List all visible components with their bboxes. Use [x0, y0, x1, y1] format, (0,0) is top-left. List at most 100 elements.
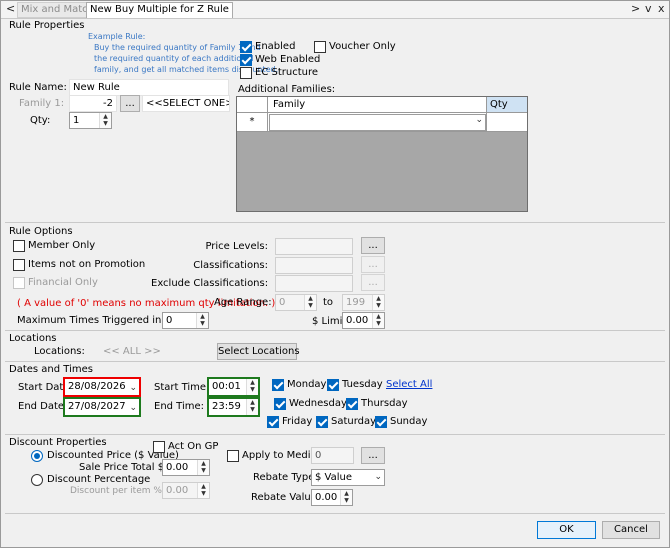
family1-input[interactable]: -2: [69, 95, 117, 112]
tab-menu-button[interactable]: v: [645, 2, 652, 15]
discount-per-item-spin-buttons[interactable]: ▲ ▼: [197, 483, 209, 498]
end-date-label: End Date:: [18, 401, 68, 412]
exclude-classifications-input[interactable]: [275, 275, 353, 292]
tab-next-button[interactable]: >: [631, 2, 640, 15]
member-only-checkbox[interactable]: [13, 240, 25, 252]
discount-percentage-radio[interactable]: [31, 474, 43, 486]
discount-per-item-stepper[interactable]: 0.00 ▲ ▼: [162, 482, 210, 499]
grid-new-row[interactable]: * ⌄: [237, 113, 527, 132]
rebate-type-value: $ Value: [315, 472, 353, 483]
select-all-link[interactable]: Select All: [386, 379, 432, 390]
saturday-checkbox[interactable]: [316, 416, 328, 428]
additional-families-grid[interactable]: Family Qty * ⌄: [236, 96, 528, 212]
enabled-checkbox[interactable]: [240, 41, 252, 53]
friday-checkbox[interactable]: [267, 416, 279, 428]
exclude-classifications-label: Exclude Classifications:: [151, 278, 269, 289]
age-to-spin-buttons[interactable]: ▲ ▼: [372, 295, 384, 310]
locations-value: << ALL >>: [103, 346, 161, 357]
chevron-down-icon[interactable]: ⌄: [129, 380, 137, 395]
wednesday-checkbox[interactable]: [274, 398, 286, 410]
classifications-input[interactable]: [275, 257, 353, 274]
divider: [5, 434, 665, 435]
classifications-browse-button[interactable]: ...: [361, 256, 385, 273]
discount-properties-heading: Discount Properties: [9, 437, 107, 448]
monday-checkbox[interactable]: [272, 379, 284, 391]
age-range-label: Age Range:: [214, 297, 272, 308]
sunday-checkbox[interactable]: [375, 416, 387, 428]
qty-stepper[interactable]: 1 ▲ ▼: [69, 112, 112, 129]
locations-label: Locations:: [34, 346, 85, 357]
cancel-button[interactable]: Cancel: [602, 521, 660, 539]
grid-header-family[interactable]: Family: [273, 99, 305, 110]
end-time-value: 23:59: [212, 401, 241, 412]
tab-close-button[interactable]: x: [658, 2, 665, 15]
locations-heading: Locations: [9, 333, 57, 344]
max-times-spin-buttons[interactable]: ▲ ▼: [196, 313, 208, 328]
ec-structure-label: EC Structure: [255, 67, 318, 78]
ec-structure-checkbox[interactable]: [240, 67, 252, 79]
chevron-down-icon: ⌄: [475, 115, 483, 125]
age-from-spin-buttons[interactable]: ▲ ▼: [304, 295, 316, 310]
discount-per-item-label: Discount per item %: [70, 486, 162, 496]
max-times-stepper[interactable]: 0 ▲ ▼: [162, 312, 209, 329]
tab-bar: < Mix and Match New Buy Multiple for Z R…: [1, 1, 669, 19]
end-date-picker[interactable]: 27/08/2027 ⌄: [63, 397, 141, 417]
price-levels-browse-button[interactable]: ...: [361, 237, 385, 254]
items-not-on-promotion-checkbox[interactable]: [13, 259, 25, 271]
media-input[interactable]: 0: [311, 447, 354, 464]
friday-label: Friday: [282, 416, 313, 427]
financial-only-label: Financial Only: [28, 277, 98, 288]
family1-select[interactable]: <<SELECT ONE>>: [142, 95, 230, 112]
media-browse-button[interactable]: ...: [361, 447, 385, 464]
financial-only-checkbox[interactable]: [13, 277, 25, 289]
tab-new-buy-multiple[interactable]: New Buy Multiple for Z Rule: [86, 2, 233, 18]
qty-spin-buttons[interactable]: ▲ ▼: [99, 113, 111, 128]
act-on-gp-checkbox[interactable]: [153, 441, 165, 453]
family1-label: Family 1:: [19, 98, 65, 109]
member-only-label: Member Only: [28, 240, 96, 251]
rule-name-input[interactable]: New Rule: [69, 79, 229, 96]
thursday-label: Thursday: [361, 398, 408, 409]
thursday-checkbox[interactable]: [346, 398, 358, 410]
limit-stepper[interactable]: 0.00 ▲ ▼: [342, 312, 385, 329]
end-time-stepper[interactable]: 23:59 ▲ ▼: [207, 397, 260, 417]
rebate-value-spin-buttons[interactable]: ▲ ▼: [340, 490, 352, 505]
start-time-spin-buttons[interactable]: ▲ ▼: [246, 379, 258, 395]
discounted-price-radio[interactable]: [31, 450, 43, 462]
start-date-picker[interactable]: 28/08/2026 ⌄: [63, 377, 141, 397]
additional-families-label: Additional Families:: [238, 84, 336, 95]
start-time-value: 00:01: [212, 381, 241, 392]
voucher-only-checkbox[interactable]: [314, 41, 326, 53]
rebate-type-label: Rebate Type: [253, 472, 315, 483]
limit-spin-buttons[interactable]: ▲ ▼: [372, 313, 384, 328]
grid-header-row: Family Qty: [237, 97, 527, 113]
price-levels-input[interactable]: [275, 238, 353, 255]
tab-prev-button[interactable]: <: [6, 2, 15, 15]
dates-times-heading: Dates and Times: [9, 364, 93, 375]
discount-per-item-value: 0.00: [166, 485, 189, 496]
end-time-spin-buttons[interactable]: ▲ ▼: [246, 399, 258, 415]
grid-qty-cell[interactable]: [486, 113, 527, 131]
sale-price-stepper[interactable]: 0.00 ▲ ▼: [162, 459, 210, 476]
chevron-down-icon[interactable]: ⌄: [129, 400, 137, 415]
sale-price-spin-buttons[interactable]: ▲ ▼: [197, 460, 209, 475]
divider: [5, 330, 665, 331]
rebate-value-stepper[interactable]: 0.00 ▲ ▼: [311, 489, 353, 506]
grid-family-dropdown[interactable]: ⌄: [269, 114, 486, 131]
age-to-label: to: [323, 297, 334, 308]
apply-to-media-checkbox[interactable]: [227, 450, 239, 462]
grid-new-row-marker: *: [237, 113, 268, 131]
start-time-stepper[interactable]: 00:01 ▲ ▼: [207, 377, 260, 397]
web-enabled-checkbox[interactable]: [240, 54, 252, 66]
grid-header-qty-cell[interactable]: Qty: [486, 97, 527, 112]
end-date-value: 27/08/2027: [68, 401, 126, 412]
family1-browse-button[interactable]: ...: [120, 95, 140, 112]
age-from-stepper[interactable]: 0 ▲ ▼: [275, 294, 317, 311]
tuesday-checkbox[interactable]: [327, 379, 339, 391]
select-locations-button[interactable]: Select Locations: [217, 343, 300, 360]
rebate-type-select[interactable]: $ Value ⌄: [311, 469, 385, 486]
age-to-stepper[interactable]: 199 ▲ ▼: [342, 294, 385, 311]
ok-button[interactable]: OK: [537, 521, 596, 539]
discount-percentage-label: Discount Percentage: [47, 474, 151, 485]
exclude-classifications-browse-button[interactable]: ...: [361, 274, 385, 291]
